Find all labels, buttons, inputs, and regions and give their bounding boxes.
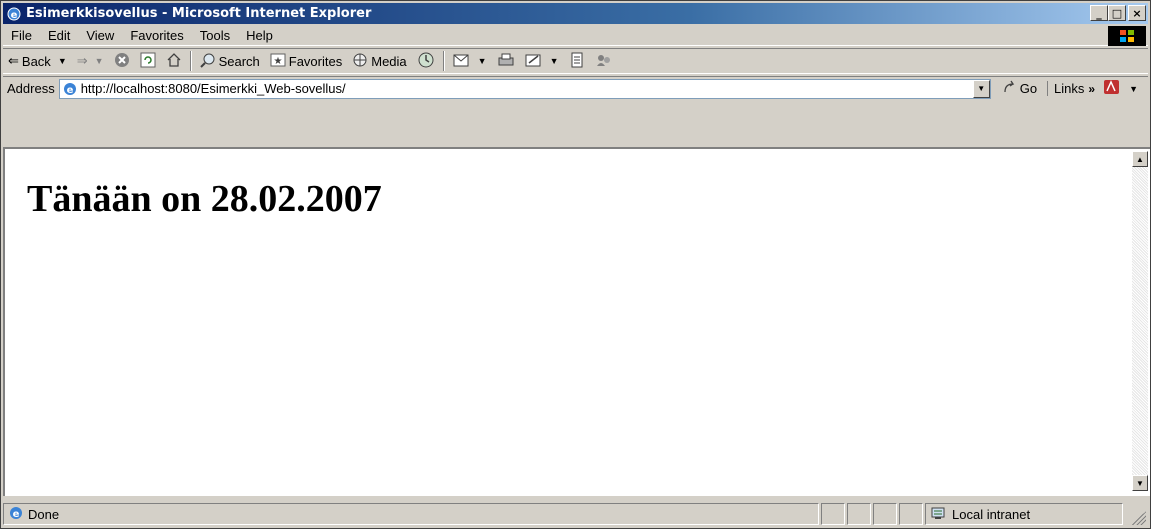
discuss-button[interactable] — [564, 52, 590, 71]
favorites-button[interactable]: ★ Favorites — [265, 52, 347, 71]
address-dropdown-button[interactable]: ▼ — [972, 79, 990, 98]
intranet-zone-icon — [930, 505, 948, 524]
status-text-panel: e Done — [3, 503, 819, 525]
svg-text:e: e — [13, 509, 20, 520]
go-label: Go — [1019, 81, 1038, 96]
page-heading: Tänään on 28.02.2007 — [27, 178, 382, 220]
toolbar-separator — [442, 51, 445, 71]
menu-edit[interactable]: Edit — [40, 28, 78, 43]
search-label: Search — [218, 53, 260, 69]
chevron-down-icon[interactable]: ▼ — [1129, 84, 1138, 94]
scroll-up-button[interactable]: ▲ — [1132, 151, 1148, 167]
history-icon — [417, 51, 435, 72]
mail-button[interactable]: ▼ — [448, 52, 492, 71]
window-title: Esimerkkisovellus - Microsoft Internet E… — [26, 6, 372, 21]
svg-text:e: e — [11, 10, 18, 21]
address-bar: Address e http://localhost:8080/Esimerkk… — [3, 76, 1148, 100]
ie-logo-icon: e — [6, 6, 22, 22]
chevron-down-icon[interactable]: ▼ — [95, 56, 104, 66]
svg-text:e: e — [66, 85, 73, 96]
chevron-down-icon[interactable]: ▼ — [478, 56, 487, 66]
stop-button[interactable] — [109, 52, 135, 71]
menu-favorites[interactable]: Favorites — [122, 28, 191, 43]
chevron-down-icon[interactable]: ▼ — [58, 56, 67, 66]
status-panel — [899, 503, 923, 525]
messenger-icon — [595, 52, 613, 71]
media-label: Media — [371, 53, 407, 69]
menu-file[interactable]: File — [3, 28, 40, 43]
home-icon — [166, 52, 182, 71]
acrobat-icon — [1103, 79, 1121, 98]
forward-arrow-icon: ⇒ — [76, 53, 88, 68]
go-arrow-icon — [1003, 80, 1017, 97]
window-controls: _ □ × — [1090, 5, 1146, 21]
links-button[interactable]: Links » — [1047, 81, 1095, 96]
menu-view[interactable]: View — [78, 28, 122, 43]
printer-icon — [497, 52, 515, 71]
status-panel — [847, 503, 871, 525]
address-url[interactable]: http://localhost:8080/Esimerkki_Web-sove… — [81, 81, 346, 96]
status-text: Done — [28, 506, 60, 522]
close-button[interactable]: × — [1128, 5, 1146, 21]
favorites-star-icon: ★ — [270, 52, 286, 71]
media-icon — [352, 52, 368, 71]
edit-button[interactable]: ▼ — [520, 52, 564, 71]
favorites-label: Favorites — [288, 53, 343, 69]
status-panel — [821, 503, 845, 525]
history-button[interactable] — [412, 51, 440, 72]
chevron-right-icon[interactable]: » — [1088, 82, 1095, 96]
back-arrow-icon: ⇐ — [8, 53, 19, 68]
status-bar: e Done Local intranet — [3, 501, 1148, 527]
browser-window: e Esimerkkisovellus - Microsoft Internet… — [0, 0, 1151, 529]
search-icon — [199, 52, 216, 71]
acrobat-button[interactable]: ▼ — [1103, 79, 1138, 98]
title-bar[interactable]: e Esimerkkisovellus - Microsoft Internet… — [3, 3, 1148, 24]
stop-icon — [114, 52, 130, 71]
page-icon: e — [62, 81, 78, 97]
maximize-button[interactable]: □ — [1108, 5, 1126, 21]
back-button[interactable]: ⇐ Back ▼ — [3, 53, 72, 69]
chevron-down-icon[interactable]: ▼ — [550, 56, 559, 66]
refresh-icon — [140, 52, 156, 71]
toolbar-separator — [189, 51, 192, 71]
messenger-button[interactable] — [590, 52, 618, 71]
links-label: Links — [1054, 81, 1085, 96]
search-button[interactable]: Search — [195, 52, 265, 71]
page-viewport[interactable]: Tänään on 28.02.2007 ▲ ▼ — [3, 147, 1150, 496]
address-label: Address — [7, 81, 55, 96]
vertical-scrollbar[interactable]: ▲ ▼ — [1132, 151, 1148, 491]
svg-text:★: ★ — [273, 56, 282, 67]
page-done-icon: e — [8, 505, 24, 524]
refresh-button[interactable] — [135, 52, 161, 71]
address-input[interactable]: e http://localhost:8080/Esimerkki_Web-so… — [58, 78, 991, 99]
print-button[interactable] — [492, 52, 520, 71]
minimize-button[interactable]: _ — [1090, 5, 1108, 21]
menu-tools[interactable]: Tools — [192, 28, 238, 43]
edit-page-icon — [525, 52, 543, 71]
media-button[interactable]: Media — [347, 52, 411, 71]
status-panel — [873, 503, 897, 525]
go-button[interactable]: Go — [1003, 80, 1037, 97]
document-icon — [569, 52, 585, 71]
windows-logo-icon — [1108, 26, 1146, 46]
menu-help[interactable]: Help — [238, 28, 281, 43]
scroll-down-button[interactable]: ▼ — [1132, 475, 1148, 491]
zone-label: Local intranet — [952, 506, 1031, 522]
security-zone-panel: Local intranet — [925, 503, 1123, 525]
forward-button[interactable]: ⇒ ▼ — [72, 53, 109, 69]
resize-grip[interactable] — [1132, 511, 1146, 525]
home-button[interactable] — [161, 52, 187, 71]
menu-bar: File Edit View Favorites Tools Help — [3, 25, 1148, 46]
standard-toolbar: ⇐ Back ▼ ⇒ ▼ Search ★ Favorites Media ▼ … — [3, 48, 1148, 74]
back-label: Back — [21, 53, 51, 69]
mail-icon — [453, 52, 471, 71]
